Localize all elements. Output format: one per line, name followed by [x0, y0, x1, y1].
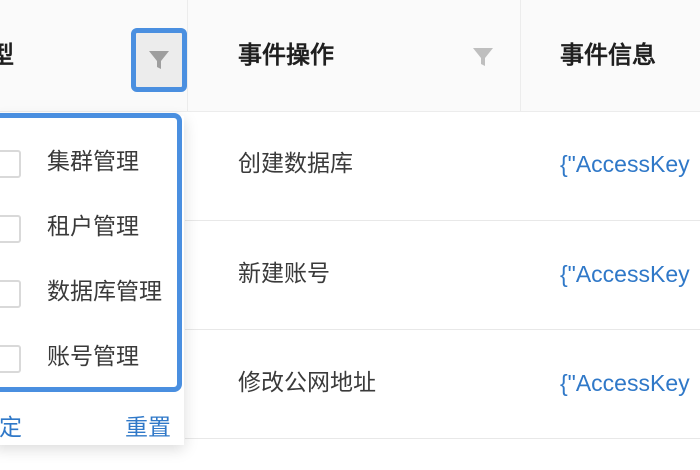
filter-option-label: 账号管理	[47, 344, 139, 370]
filter-option-cluster[interactable]: 集群管理	[0, 138, 182, 188]
filter-option-label: 数据库管理	[47, 279, 162, 305]
cell-operation: 修改公网地址	[238, 370, 376, 396]
cell-info-link[interactable]: {"AccessKey	[560, 367, 690, 399]
column-header-info: 事件信息	[560, 41, 656, 69]
checkbox[interactable]	[0, 150, 21, 178]
row-divider	[185, 438, 700, 439]
cell-operation: 新建账号	[238, 261, 330, 287]
row-divider	[185, 220, 700, 221]
cell-operation: 创建数据库	[238, 151, 353, 177]
reset-button[interactable]: 重置	[125, 412, 171, 444]
column-divider	[520, 0, 521, 111]
checkbox[interactable]	[0, 345, 21, 373]
filter-option-database[interactable]: 数据库管理	[0, 268, 182, 318]
event-table-view: 型 事件操作 事件信息 创建数据库 {"AccessKey 新建账号 {"Acc…	[0, 0, 700, 470]
row-divider	[185, 329, 700, 330]
filter-option-account[interactable]: 账号管理	[0, 333, 182, 383]
filter-funnel-icon[interactable]	[472, 46, 494, 68]
table-header: 型 事件操作 事件信息	[0, 0, 700, 112]
column-header-operation: 事件操作	[238, 41, 334, 69]
type-filter-button[interactable]	[131, 28, 187, 92]
cell-info-link[interactable]: {"AccessKey	[560, 258, 690, 290]
column-divider	[187, 0, 188, 111]
filter-option-tenant[interactable]: 租户管理	[0, 203, 182, 253]
filter-funnel-icon	[149, 51, 169, 69]
confirm-button[interactable]: 确定	[0, 412, 22, 444]
checkbox[interactable]	[0, 280, 21, 308]
column-header-type: 型	[0, 41, 14, 69]
cell-info-link[interactable]: {"AccessKey	[560, 148, 690, 180]
filter-option-label: 集群管理	[47, 149, 139, 175]
filter-options-list: 集群管理 租户管理 数据库管理 账号管理	[0, 113, 182, 392]
filter-option-label: 租户管理	[47, 214, 139, 240]
checkbox[interactable]	[0, 215, 21, 243]
